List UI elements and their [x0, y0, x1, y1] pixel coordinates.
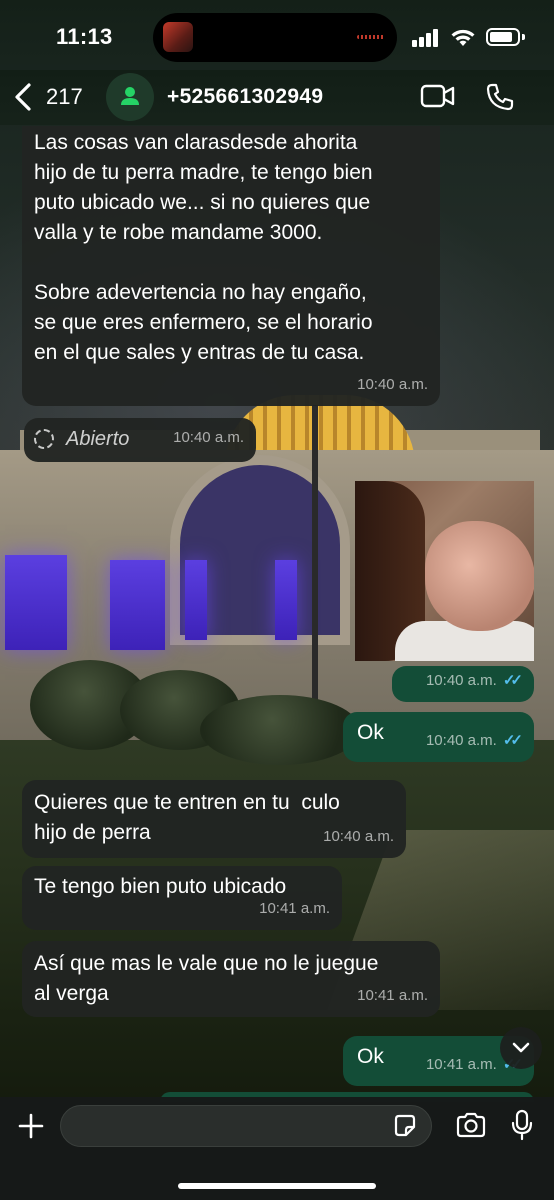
message-time: 10:40 a.m.	[357, 376, 428, 393]
message-input[interactable]	[75, 1106, 379, 1148]
message-bubble[interactable]: Ok 10:40 a.m. ✓✓	[343, 712, 534, 762]
message-bubble[interactable]: Te tengo bien puto ubicado 10:41 a.m.	[22, 866, 342, 930]
photo-meta-bubble: 10:40 a.m. ✓✓	[392, 666, 534, 702]
microphone-button[interactable]	[511, 1109, 533, 1141]
message-time: 10:40 a.m. ✓✓	[426, 726, 523, 756]
photo-message[interactable]	[355, 481, 534, 661]
composer-bar	[0, 1097, 554, 1200]
camera-button[interactable]	[455, 1111, 487, 1139]
view-once-icon	[34, 429, 54, 449]
chevron-down-icon	[512, 1042, 530, 1053]
view-once-label: Abierto	[66, 428, 130, 450]
read-ticks-icon: ✓✓	[502, 672, 523, 689]
message-time: 10:41 a.m.	[259, 900, 330, 917]
read-ticks-icon: ✓✓	[502, 732, 523, 749]
message-text: Las cosas van clarasdesde ahorita hijo d…	[34, 131, 373, 364]
message-bubble[interactable]: Las cosas van clarasdesde ahorita hijo d…	[22, 126, 440, 406]
message-bubble[interactable]: Así que mas le vale que no le juegue al …	[22, 941, 440, 1017]
attach-button[interactable]	[18, 1113, 44, 1139]
home-indicator[interactable]	[178, 1183, 376, 1189]
view-once-message[interactable]: Abierto 10:40 a.m.	[24, 418, 256, 462]
message-bubble[interactable]: Quieres que te entren en tu culo hijo de…	[22, 780, 406, 858]
message-input-field[interactable]	[60, 1105, 432, 1148]
scroll-to-bottom-button[interactable]	[500, 1027, 542, 1069]
sticker-icon[interactable]	[392, 1113, 418, 1139]
message-time: 10:40 a.m.	[323, 828, 394, 845]
message-time: 10:40 a.m. ✓✓	[426, 666, 523, 696]
message-time: 10:41 a.m.	[357, 987, 428, 1004]
message-time: 10:40 a.m.	[173, 429, 244, 446]
message-list[interactable]: Las cosas van clarasdesde ahorita hijo d…	[0, 0, 554, 1200]
